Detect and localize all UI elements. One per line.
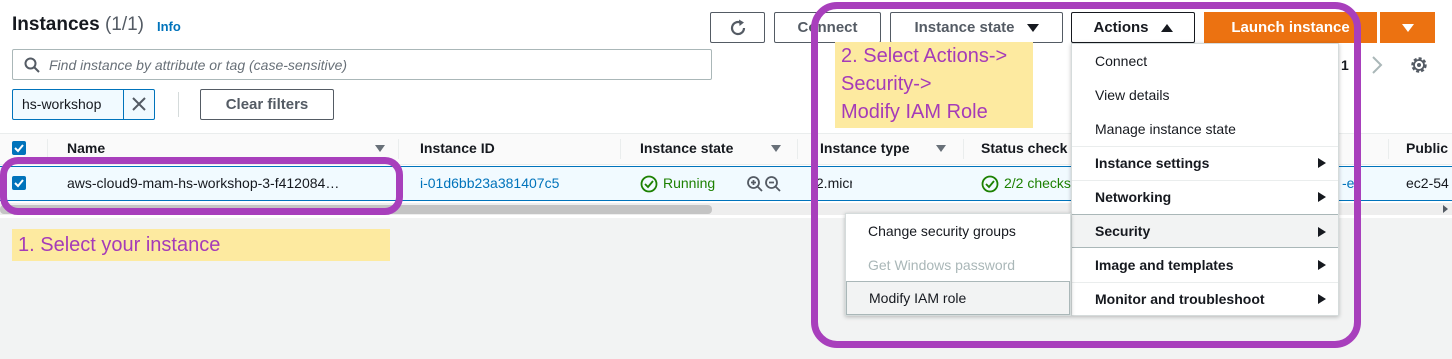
scroll-right-icon[interactable] (1443, 205, 1448, 213)
clear-filters-button[interactable]: Clear filters (200, 89, 334, 120)
annotation-step-2-line-3: Modify IAM Role (841, 101, 988, 123)
instance-count: (1/1) (104, 14, 145, 35)
column-header-public[interactable]: Public (1406, 140, 1448, 156)
column-divider (797, 139, 798, 159)
close-icon[interactable] (129, 94, 149, 114)
cell-public-dns: ec2-54 (1406, 175, 1449, 191)
column-divider (47, 139, 48, 159)
filter-token-label: hs-workshop (22, 96, 102, 112)
select-all-checkbox[interactable] (12, 141, 26, 155)
search-placeholder: Find instance by attribute or tag (case-… (49, 57, 348, 73)
page-title: Instances (1/1) (12, 14, 144, 36)
zoom-out-icon[interactable] (764, 175, 782, 193)
annotation-step-2-line-1: 2. Select Actions-> (841, 45, 1008, 67)
cell-instance-state: Running (663, 175, 716, 191)
caret-down-icon (1401, 23, 1414, 32)
filter-token: hs-workshop (12, 89, 155, 120)
sort-icon[interactable] (375, 145, 385, 152)
info-link[interactable]: Info (157, 19, 181, 34)
success-check-icon (640, 175, 658, 193)
annotation-highlight-instance (0, 157, 403, 215)
zoom-in-icon[interactable] (746, 175, 764, 193)
filter-divider (178, 92, 179, 117)
annotation-step-2: 2. Select Actions-> Security-> Modify IA… (835, 42, 1033, 128)
column-header-instance-state[interactable]: Instance state (640, 140, 733, 156)
cell-instance-id[interactable]: i-01d6bb23a381407c5 (420, 175, 559, 191)
refresh-icon (730, 19, 745, 35)
clear-filters-label: Clear filters (225, 96, 309, 113)
annotation-step-2-line-2: Security-> (841, 73, 932, 95)
filter-token-divider (123, 90, 124, 119)
refresh-button[interactable] (710, 12, 765, 43)
gear-icon[interactable] (1409, 55, 1429, 75)
column-divider (398, 139, 399, 159)
chevron-right-icon[interactable] (1370, 55, 1384, 75)
search-input[interactable]: Find instance by attribute or tag (case-… (12, 49, 712, 80)
annotation-step-1-text: 1. Select your instance (18, 234, 221, 256)
column-header-name[interactable]: Name (67, 140, 105, 156)
page-title-text: Instances (12, 14, 100, 35)
column-divider (1388, 139, 1389, 159)
column-header-instance-id[interactable]: Instance ID (420, 140, 495, 156)
sort-icon[interactable] (771, 145, 781, 152)
annotation-step-1: 1. Select your instance (12, 229, 390, 261)
column-divider (620, 139, 621, 159)
launch-dropdown-button[interactable] (1380, 12, 1435, 43)
check-icon (14, 144, 24, 153)
search-icon (24, 57, 40, 73)
